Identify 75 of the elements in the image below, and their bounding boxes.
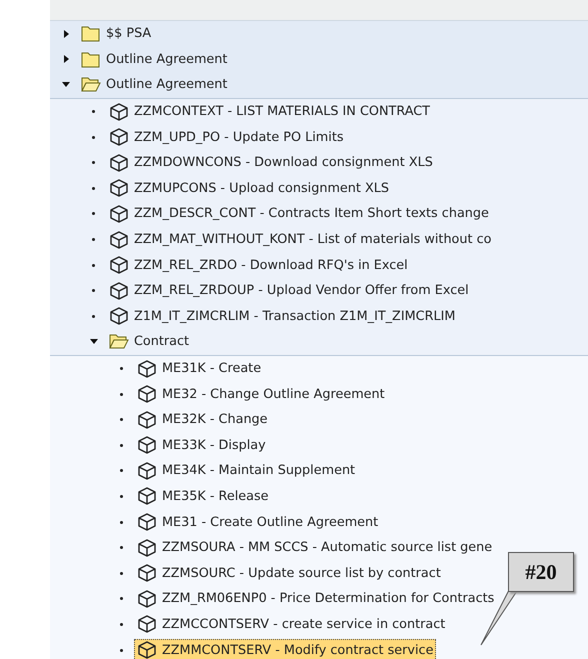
transaction-node[interactable]: ME32 - Change Outline Agreement [134,383,388,406]
bullet-icon [92,238,95,242]
bullet-icon [92,110,95,114]
cube-icon [109,256,129,274]
bullet-icon [120,597,123,600]
expand-arrow-icon[interactable] [64,30,69,38]
cube-icon [137,513,157,532]
bullet-icon [120,469,123,472]
transaction-node[interactable]: ZZMCONTEXT - LIST MATERIALS IN CONTRACT [106,100,433,123]
transaction-node[interactable]: ME32K - Change [134,408,271,431]
transaction-node[interactable]: Z1M_IT_ZIMCRLIM - Transaction Z1M_IT_ZIMCRLIM [106,305,458,328]
bullet-icon [120,444,123,447]
bullet-icon [92,186,95,190]
cube-icon [137,564,157,582]
transaction-node[interactable]: ZZM_REL_ZRDOUP - Upload Vendor Offer from Excel [106,280,472,302]
cube-icon [109,179,129,198]
cube-icon [137,462,157,480]
cube-icon [137,436,157,454]
bullet-icon [120,546,123,550]
cube-icon [109,204,129,223]
cube-icon [109,154,129,172]
transaction-node[interactable]: ZZMSOURC - Update source list by contract [134,562,444,584]
folder-node[interactable]: Contract [106,331,192,352]
bullet-icon [120,494,123,498]
collapse-arrow-icon[interactable] [62,82,70,88]
open-folder-icon [109,333,129,350]
transaction-node[interactable]: ZZM_DESCR_CONT - Contracts Item Short texts change [106,202,492,225]
transaction-node[interactable]: ZZM_REL_ZRDO - Download RFQ's in Excel [106,254,411,276]
folder-node[interactable]: $$ PSA [78,23,154,44]
bullet-icon [92,161,95,164]
cube-icon [109,230,129,249]
bullet-icon [92,289,95,292]
bullet-icon [92,136,95,139]
transaction-node[interactable]: ZZMDOWNCONS - Download consignment XLS [106,152,436,174]
transaction-node[interactable]: ZZM_RM06ENP0 - Price Determination for Contracts [134,588,498,610]
transaction-node[interactable]: ZZMUPCONS - Upload consignment XLS [106,177,392,200]
cube-icon [109,282,129,300]
transaction-node[interactable]: ME34K - Maintain Supplement [134,460,358,482]
cube-icon [109,102,129,121]
bullet-icon [92,314,95,318]
cube-icon [137,487,157,506]
transaction-node[interactable]: ME35K - Release [134,485,272,508]
cube-icon [137,385,157,404]
bullet-icon [120,367,123,370]
folder-icon [81,50,101,68]
transaction-node[interactable]: ME31 - Create Outline Agreement [134,511,382,534]
folder-node[interactable]: Outline Agreement [78,48,230,70]
transaction-node[interactable]: ZZM_MAT_WITHOUT_KONT - List of materials without co [106,228,494,251]
cube-icon [137,590,157,608]
cube-icon [109,307,129,326]
open-folder-icon [81,76,101,94]
bullet-icon [120,648,123,652]
transaction-node[interactable]: ZZM_UPD_PO - Update PO Limits [106,126,347,148]
cube-icon [137,360,157,378]
bullet-icon [120,520,123,524]
transaction-node[interactable]: ZZMMCONTSERV - Modify contract service [134,639,436,659]
transaction-node[interactable]: ME33K - Display [134,434,269,456]
cube-icon [137,615,157,634]
bullet-icon [92,212,95,216]
bullet-icon [120,622,123,626]
transaction-node[interactable]: ZZMSOURA - MM SCCS - Automatic source list gene [134,536,496,559]
bullet-icon [120,418,123,422]
bullet-icon [120,392,123,396]
transaction-node[interactable]: ME31K - Create [134,358,264,380]
bullet-icon [92,264,95,267]
expand-arrow-icon[interactable] [64,55,69,64]
cube-icon [137,410,157,429]
cube-icon [137,538,157,557]
cube-icon [137,641,157,659]
collapse-arrow-icon[interactable] [90,339,98,344]
folder-node[interactable]: Outline Agreement [78,74,230,96]
transaction-node[interactable]: ZZMCCONTSERV - create service in contract [134,613,448,636]
bullet-icon [120,572,123,575]
folder-icon [81,25,101,42]
cube-icon [109,128,129,146]
